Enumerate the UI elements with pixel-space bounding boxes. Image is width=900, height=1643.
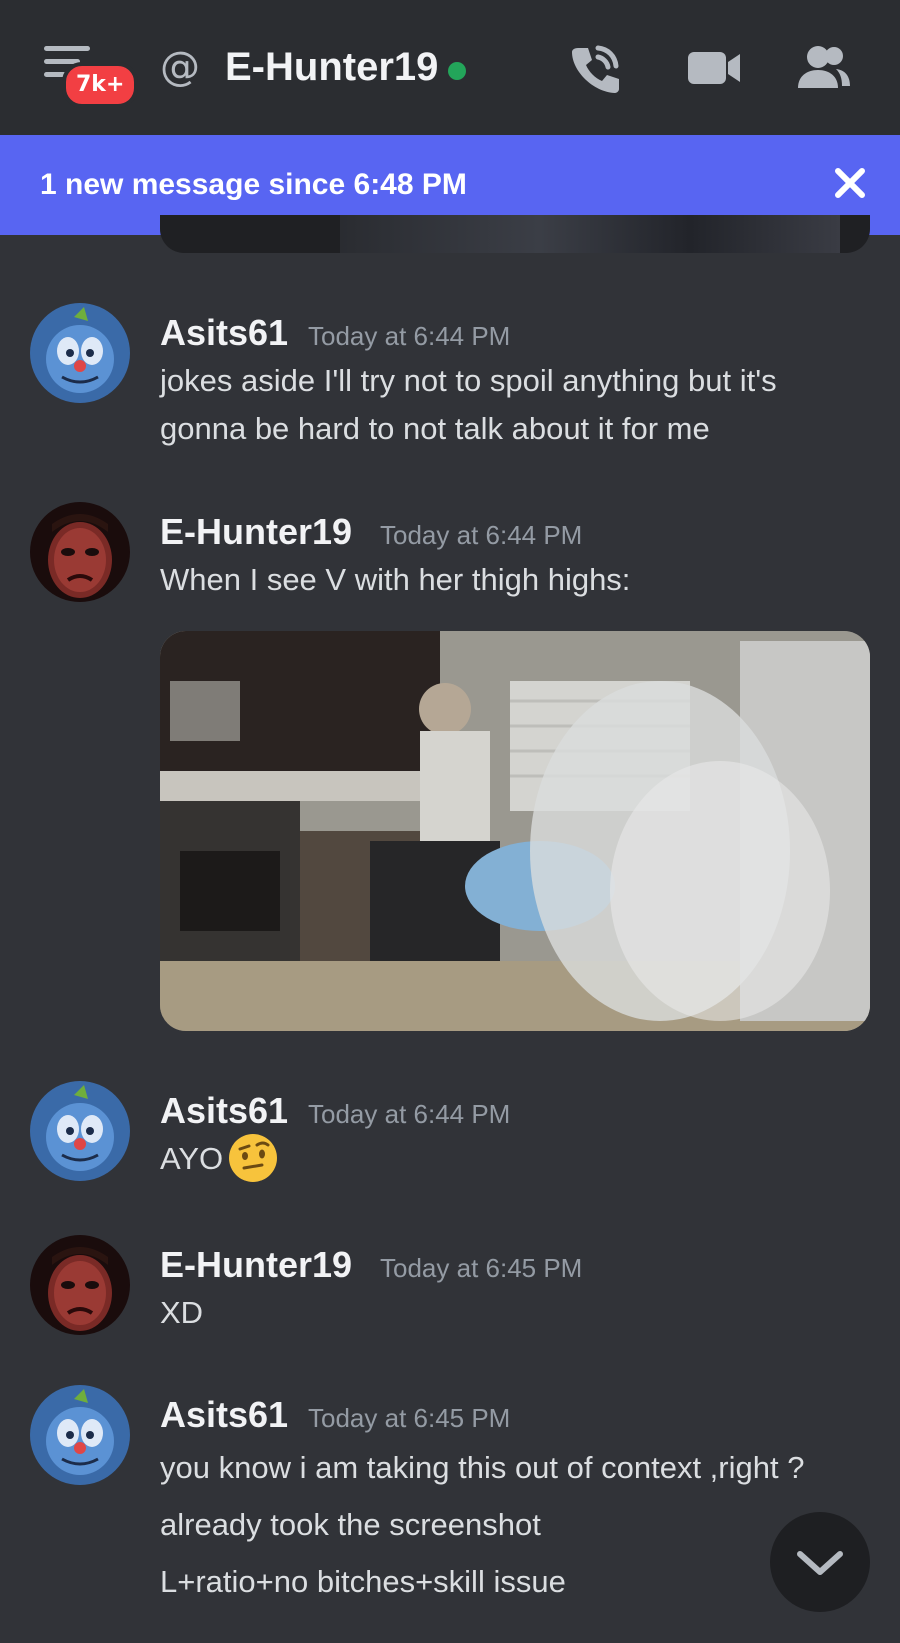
message-text: you know i am taking this out of context… — [160, 1439, 804, 1610]
gif-image[interactable] — [160, 631, 870, 1031]
message-text: AYO — [160, 1132, 279, 1187]
message-line: already took the screenshot — [160, 1507, 541, 1542]
message-author[interactable]: E-Hunter19 — [160, 510, 352, 554]
message-text: When I see V with her thigh highs: — [160, 556, 630, 604]
new-messages-text: 1 new message since 6:48 PM — [40, 168, 467, 201]
message-author[interactable]: Asits61 — [160, 311, 288, 355]
message-text: XD — [160, 1289, 203, 1337]
message-author[interactable]: Asits61 — [160, 1089, 288, 1133]
message-line: gonna be hard to not talk about it for m… — [160, 411, 710, 446]
avatar[interactable] — [30, 1385, 130, 1485]
avatar[interactable] — [30, 1235, 130, 1335]
notification-badge: 7k+ — [62, 62, 139, 108]
chevron-down-icon — [797, 1551, 843, 1575]
message-line: jokes aside I'll try not to spoil anythi… — [160, 363, 777, 398]
online-status-dot — [448, 62, 466, 80]
message-line: When I see V with her thigh highs: — [160, 562, 631, 597]
message-timestamp: Today at 6:44 PM — [308, 321, 511, 351]
message-line: AYO — [160, 1132, 279, 1187]
message-timestamp: Today at 6:45 PM — [308, 1403, 511, 1433]
message-line: L+ratio+no bitches+skill issue — [160, 1564, 566, 1599]
channel-title[interactable]: E-Hunter19 — [225, 40, 438, 94]
message-timestamp: Today at 6:44 PM — [308, 1099, 511, 1129]
channel-header: 7k+ @ E-Hunter19 — [0, 0, 900, 135]
previous-embed-image[interactable] — [160, 215, 870, 253]
message-line: XD — [160, 1295, 204, 1330]
face-with-raised-eyebrow-emoji — [227, 1132, 279, 1184]
message-line-text: AYO — [160, 1141, 224, 1177]
avatar[interactable] — [30, 502, 130, 602]
avatar[interactable] — [30, 1081, 130, 1181]
message-timestamp: Today at 6:45 PM — [380, 1253, 583, 1283]
message-line: you know i am taking this out of context… — [160, 1450, 805, 1485]
members-icon[interactable] — [796, 42, 852, 94]
close-icon[interactable] — [828, 161, 872, 205]
message-text: jokes aside I'll try not to spoil anythi… — [160, 357, 777, 453]
at-icon: @ — [160, 44, 200, 90]
avatar[interactable] — [30, 303, 130, 403]
message-timestamp: Today at 6:44 PM — [380, 520, 583, 550]
scroll-to-bottom-button[interactable] — [770, 1512, 870, 1612]
phone-call-icon[interactable] — [568, 42, 624, 94]
message-author[interactable]: Asits61 — [160, 1393, 288, 1437]
video-camera-icon[interactable] — [686, 42, 742, 94]
message-author[interactable]: E-Hunter19 — [160, 1243, 352, 1287]
